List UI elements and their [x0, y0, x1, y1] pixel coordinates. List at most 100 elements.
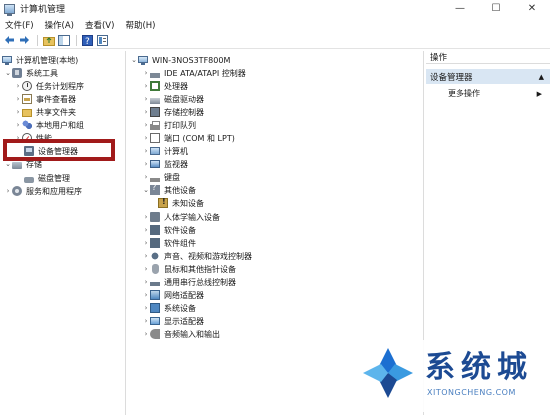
hid-icon	[150, 212, 160, 222]
watermark: 系统城 XITONGCHENG.COM	[355, 340, 545, 412]
processor-icon	[150, 81, 160, 91]
device-category[interactable]: › 音频输入和输出	[142, 328, 220, 340]
device-category[interactable]: › 通用串行总线控制器	[142, 276, 236, 288]
device-category[interactable]: › 显示适配器	[142, 315, 204, 327]
back-arrow-icon[interactable]	[3, 34, 16, 47]
device-category-other[interactable]: ⌄ 其他设备	[142, 183, 196, 196]
device-category[interactable]: › 存储控制器	[142, 106, 204, 118]
folder-icon	[22, 108, 32, 117]
printer-icon	[150, 120, 160, 130]
tree-item-local-users[interactable]: › 本地用户和组	[14, 119, 84, 131]
device-item-unknown[interactable]: 未知设备	[158, 197, 204, 209]
up-folder-icon[interactable]	[42, 34, 55, 47]
chevron-down-icon[interactable]: ⌄	[142, 184, 150, 196]
chevron-right-icon[interactable]: ›	[142, 224, 150, 236]
chevron-right-icon[interactable]: ›	[142, 80, 150, 92]
chevron-right-icon[interactable]: ›	[142, 315, 150, 327]
chevron-right-icon[interactable]: ›	[142, 132, 150, 144]
computer-icon	[138, 55, 148, 65]
device-category[interactable]: › 磁盘驱动器	[142, 93, 204, 105]
tree-label: 本地用户和组	[36, 120, 84, 130]
chevron-right-icon[interactable]: ›	[4, 185, 12, 197]
more-actions-link[interactable]: 更多操作 ▶	[448, 88, 546, 99]
chevron-right-icon[interactable]: ›	[142, 263, 150, 275]
device-category[interactable]: › 网络适配器	[142, 289, 204, 301]
tree-item-event-viewer[interactable]: › 事件查看器	[14, 93, 76, 105]
chevron-right-icon[interactable]: ›	[142, 276, 150, 288]
device-category-label: 软件设备	[164, 225, 196, 235]
device-category[interactable]: › 声音、视频和游戏控制器	[142, 250, 252, 262]
device-category[interactable]: › 软件组件	[142, 237, 196, 249]
tree-item-services-apps[interactable]: › 服务和应用程序	[4, 185, 82, 197]
properties-icon[interactable]	[96, 34, 109, 47]
event-log-icon	[22, 94, 32, 104]
speaker-icon	[150, 251, 160, 261]
device-category-label: 鼠标和其他指针设备	[164, 264, 236, 274]
menu-help[interactable]: 帮助(H)	[125, 19, 155, 31]
chevron-right-icon[interactable]: ›	[142, 93, 150, 105]
device-category-label: 通用串行总线控制器	[164, 277, 236, 287]
device-category[interactable]: › 端口 (COM 和 LPT)	[142, 132, 235, 144]
menu-view[interactable]: 查看(V)	[85, 19, 114, 31]
device-category[interactable]: › 系统设备	[142, 302, 196, 314]
device-category-label: 端口 (COM 和 LPT)	[164, 133, 235, 143]
software-device-icon	[150, 225, 160, 235]
tree-item-task-scheduler[interactable]: › 任务计划程序	[14, 80, 84, 92]
chevron-right-icon[interactable]: ›	[142, 145, 150, 157]
forward-arrow-icon[interactable]	[18, 34, 31, 47]
device-category[interactable]: › 鼠标和其他指针设备	[142, 263, 236, 275]
chevron-right-icon[interactable]: ›	[142, 328, 150, 340]
chevron-right-icon[interactable]: ›	[14, 119, 22, 131]
arrow-right-icon: ▶	[536, 89, 542, 98]
menu-file[interactable]: 文件(F)	[5, 19, 34, 31]
chevron-right-icon[interactable]: ›	[142, 171, 150, 183]
tree-item-system-tools[interactable]: ⌄ 系统工具	[4, 67, 58, 79]
device-category[interactable]: › IDE ATA/ATAPI 控制器	[142, 67, 246, 79]
watermark-text: 系统城	[425, 350, 533, 385]
chevron-right-icon[interactable]: ›	[142, 119, 150, 131]
device-category[interactable]: › 监视器	[142, 158, 188, 170]
chevron-right-icon[interactable]: ›	[14, 106, 22, 118]
actions-section-device-manager[interactable]: 设备管理器 ▲	[426, 69, 550, 84]
chevron-down-icon[interactable]: ⌄	[130, 54, 138, 66]
device-category[interactable]: › 打印队列	[142, 119, 196, 131]
tree-item-disk-management[interactable]: 磁盘管理	[24, 172, 70, 184]
chevron-right-icon[interactable]: ›	[14, 80, 22, 92]
chevron-down-icon[interactable]: ⌄	[4, 67, 12, 79]
device-category[interactable]: › 计算机	[142, 145, 188, 157]
chevron-right-icon[interactable]: ›	[142, 289, 150, 301]
computer-icon	[2, 55, 12, 65]
actions-header: 操作	[426, 51, 550, 64]
highlight-annotation-box	[3, 139, 115, 161]
help-icon[interactable]: ?	[81, 34, 94, 47]
menu-bar: 文件(F) 操作(A) 查看(V) 帮助(H)	[0, 18, 550, 31]
chevron-right-icon[interactable]: ›	[142, 250, 150, 262]
audio-io-icon	[150, 329, 160, 339]
close-button[interactable]: ✕	[514, 0, 550, 17]
chevron-right-icon[interactable]: ›	[142, 158, 150, 170]
device-category[interactable]: › 人体学输入设备	[142, 211, 220, 223]
chevron-right-icon[interactable]: ›	[142, 67, 150, 79]
tree-label: 服务和应用程序	[26, 186, 82, 196]
chevron-right-icon[interactable]: ›	[142, 106, 150, 118]
system-device-icon	[150, 303, 160, 313]
clock-icon	[22, 81, 32, 91]
tree-item-root[interactable]: 计算机管理(本地)	[2, 54, 78, 66]
minimize-button[interactable]: —	[442, 0, 478, 17]
chevron-right-icon[interactable]: ›	[142, 302, 150, 314]
chevron-right-icon[interactable]: ›	[142, 237, 150, 249]
device-category[interactable]: › 软件设备	[142, 224, 196, 236]
computer-management-icon	[4, 3, 15, 16]
chevron-right-icon[interactable]: ›	[14, 93, 22, 105]
device-category[interactable]: › 键盘	[142, 171, 180, 183]
menu-action[interactable]: 操作(A)	[45, 19, 74, 31]
tree-item-shared-folders[interactable]: › 共享文件夹	[14, 106, 76, 118]
device-tree-root[interactable]: ⌄ WIN-3NOS3TF800M	[130, 54, 230, 66]
collapse-up-icon[interactable]: ▲	[539, 73, 544, 81]
chevron-right-icon[interactable]: ›	[142, 211, 150, 223]
tools-icon	[12, 68, 22, 78]
device-category[interactable]: › 处理器	[142, 80, 188, 92]
maximize-button[interactable]: ☐	[478, 0, 514, 17]
show-hide-tree-icon[interactable]	[57, 34, 70, 47]
display-adapter-icon	[150, 317, 160, 325]
